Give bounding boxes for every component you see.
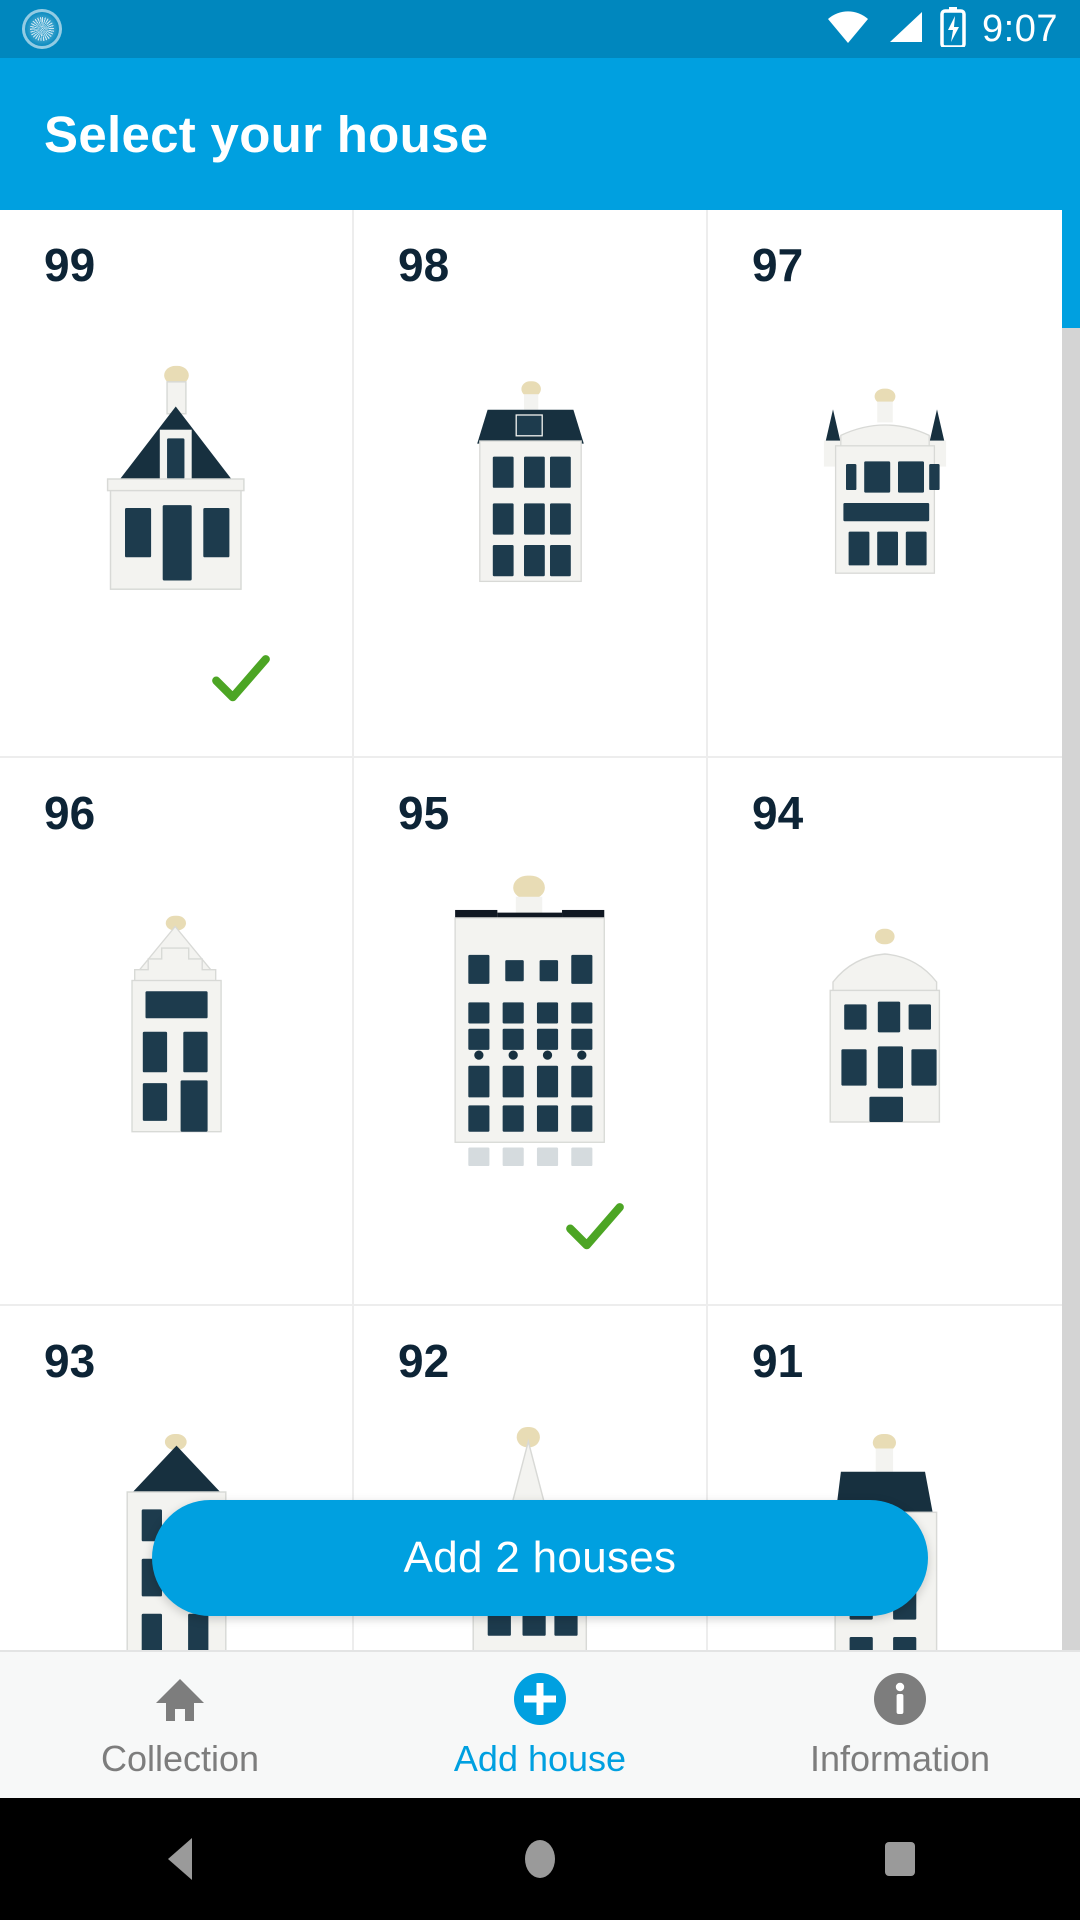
house-number: 92 <box>398 1335 450 1387</box>
house-image-grand-flat-roof-building <box>354 854 706 1208</box>
back-button[interactable] <box>168 1838 192 1880</box>
status-bar-right: 9:07 <box>826 6 1058 52</box>
home-button[interactable] <box>525 1840 555 1878</box>
house-number: 97 <box>752 239 804 291</box>
status-bar-left <box>22 9 826 49</box>
status-bar: 9:07 <box>0 0 1080 58</box>
page-title: Select your house <box>44 105 489 163</box>
plus-circle-icon <box>512 1670 568 1728</box>
app-screen: 9:07 Select your house 99 98 97 96 95 94… <box>0 0 1080 1920</box>
sync-icon <box>22 9 62 49</box>
house-image-tiled-roof-townhouse <box>354 306 706 660</box>
selected-check-icon <box>208 646 274 712</box>
house-cell[interactable]: 99 <box>0 210 354 758</box>
house-image-stepped-gable-house <box>0 854 352 1208</box>
selected-check-icon <box>562 1194 628 1260</box>
house-number: 96 <box>44 787 96 839</box>
bottom-navigation: Collection Add house Information <box>0 1650 1080 1798</box>
status-bar-clock: 9:07 <box>982 7 1058 50</box>
app-bar: Select your house <box>0 58 1080 210</box>
android-navigation-bar <box>0 1798 1080 1920</box>
cellular-signal-icon <box>886 10 924 49</box>
home-icon <box>152 1670 208 1728</box>
nav-item-information[interactable]: Information <box>720 1670 1080 1780</box>
add-houses-button-label: Add 2 houses <box>403 1533 677 1582</box>
house-number: 93 <box>44 1335 96 1387</box>
nav-item-add-house[interactable]: Add house <box>360 1670 720 1780</box>
house-cell[interactable]: 96 <box>0 758 354 1306</box>
nav-item-collection[interactable]: Collection <box>0 1670 360 1780</box>
house-grid-scroll-area[interactable]: 99 98 97 96 95 94 93 92 91 <box>0 210 1080 1650</box>
wifi-icon <box>826 10 870 49</box>
house-number: 98 <box>398 239 450 291</box>
house-cell[interactable]: 98 <box>354 210 708 758</box>
house-image-twin-tower-mansion <box>708 306 1062 660</box>
house-number: 91 <box>752 1335 804 1387</box>
info-circle-icon <box>872 1670 928 1728</box>
house-image-gabled-townhouse <box>0 306 352 660</box>
house-cell[interactable]: 95 <box>354 758 708 1306</box>
battery-charging-icon <box>940 6 966 52</box>
scrollbar-thumb[interactable] <box>1062 210 1080 328</box>
add-houses-button[interactable]: Add 2 houses <box>152 1500 928 1616</box>
house-cell[interactable]: 94 <box>708 758 1062 1306</box>
house-number: 95 <box>398 787 450 839</box>
scrollbar-track[interactable] <box>1062 210 1080 1650</box>
house-cell[interactable]: 97 <box>708 210 1062 758</box>
house-number: 99 <box>44 239 96 291</box>
nav-label-information: Information <box>809 1738 991 1779</box>
recents-button[interactable] <box>885 1842 915 1876</box>
house-number: 94 <box>752 787 804 839</box>
house-grid: 99 98 97 96 95 94 93 92 91 <box>0 210 1062 1650</box>
nav-label-collection: Collection <box>100 1738 260 1779</box>
nav-label-add-house: Add house <box>453 1738 627 1779</box>
house-image-ornate-gable-house <box>708 854 1062 1208</box>
